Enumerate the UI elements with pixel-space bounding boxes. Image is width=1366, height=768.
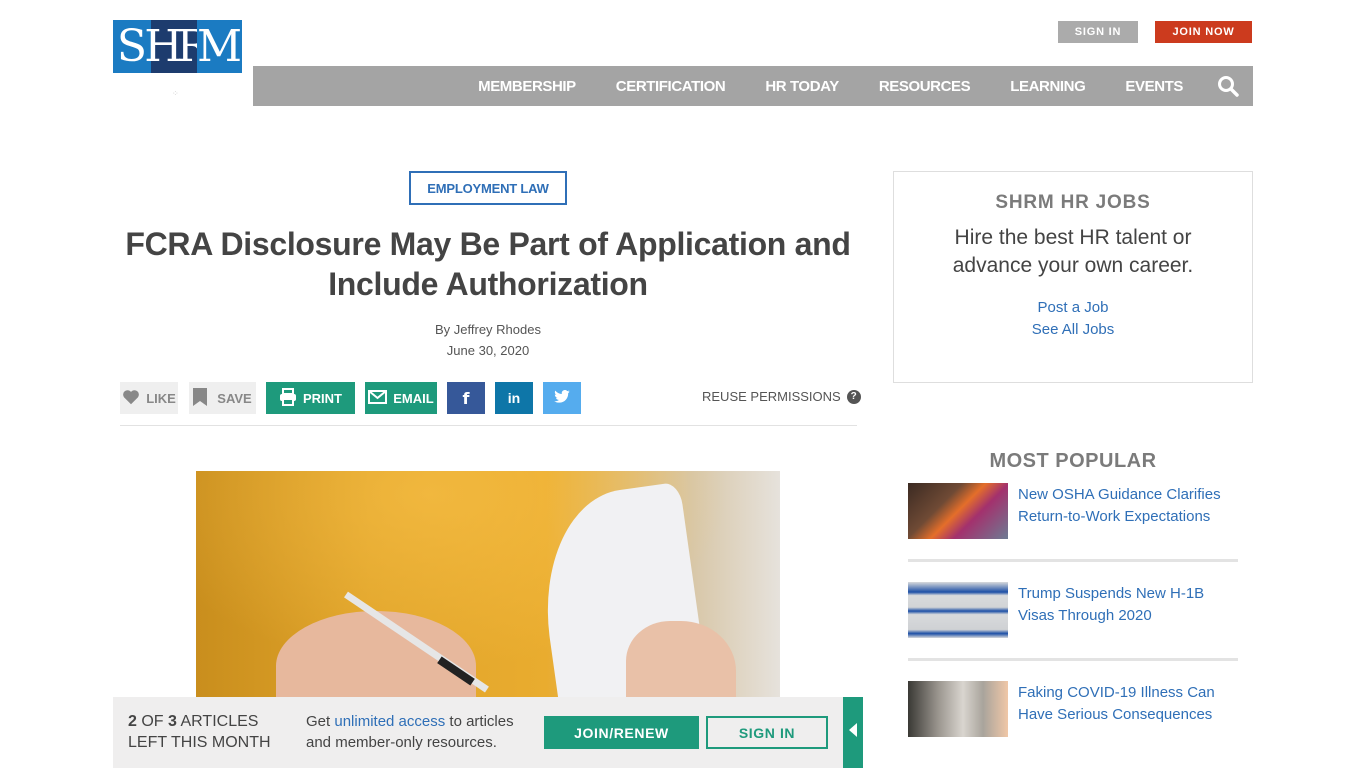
caret-left-icon	[849, 723, 857, 742]
sign-in-button[interactable]: SIGN IN	[1058, 21, 1138, 43]
most-popular-title: MOST POPULAR	[989, 450, 1157, 472]
collapse-meter-toggle[interactable]	[843, 697, 863, 768]
publish-date: June 30, 2020	[446, 343, 530, 358]
articles-total: 3	[168, 713, 177, 730]
heart-icon	[122, 389, 140, 408]
divider	[120, 425, 857, 426]
help-icon[interactable]: ?	[846, 389, 861, 404]
see-all-jobs-link[interactable]: See All Jobs	[894, 319, 1252, 341]
divider	[908, 658, 1238, 661]
meter-pitch: Get unlimited access to articles and mem…	[306, 711, 536, 753]
popular-item[interactable]: New OSHA Guidance Clarifies Return-to-Wo…	[908, 483, 1238, 543]
like-button[interactable]: LIKE	[120, 382, 178, 414]
like-label: LIKE	[146, 390, 176, 406]
join-now-button[interactable]: JOIN NOW	[1155, 21, 1252, 43]
unlimited-access-link[interactable]: unlimited access	[334, 713, 445, 730]
jobs-pitch: Hire the best HR talent or advance your …	[952, 226, 1194, 277]
save-button[interactable]: SAVE	[189, 382, 256, 414]
envelope-icon	[368, 389, 388, 407]
search-icon[interactable]	[1215, 73, 1241, 99]
email-button[interactable]: EMAIL	[365, 382, 437, 414]
save-label: SAVE	[217, 390, 252, 406]
nav-hr-today[interactable]: HR TODAY	[765, 78, 839, 95]
logo-hr: HR	[144, 20, 210, 73]
nav-events[interactable]: EVENTS	[1125, 78, 1183, 95]
meter-sign-in-button[interactable]: SIGN IN	[706, 716, 828, 749]
reuse-permissions-link[interactable]: REUSE PERMISSIONS ?	[702, 389, 861, 404]
nav-certification[interactable]: CERTIFICATION	[616, 78, 726, 95]
article-title: FCRA Disclosure May Be Part of Applicati…	[125, 226, 851, 302]
logo-m: M	[196, 20, 243, 73]
reuse-permissions-label: REUSE PERMISSIONS	[702, 389, 841, 404]
linkedin-icon: in	[507, 390, 521, 406]
printer-icon	[279, 387, 297, 409]
post-a-job-link[interactable]: Post a Job	[894, 297, 1252, 319]
of-text: OF	[136, 713, 169, 730]
join-renew-button[interactable]: JOIN/RENEW	[544, 716, 699, 749]
popular-item-title[interactable]: New OSHA Guidance Clarifies Return-to-Wo…	[1018, 484, 1238, 543]
article-hero-image	[196, 471, 780, 701]
articles-text: ARTICLES	[176, 713, 259, 730]
byline: By Jeffrey Rhodes June 30, 2020	[393, 319, 583, 361]
article-meter-bar: 2 OF 3 ARTICLES LEFT THIS MONTH Get unli…	[113, 697, 843, 768]
popular-item-title[interactable]: Faking COVID-19 Illness Can Have Serious…	[1018, 682, 1238, 741]
linkedin-share-button[interactable]: in	[495, 382, 533, 414]
articles-used: 2	[128, 713, 137, 730]
twitter-icon	[554, 390, 570, 406]
popular-item-title[interactable]: Trump Suspends New H-1B Visas Through 20…	[1018, 583, 1238, 642]
nav-learning[interactable]: LEARNING	[1010, 78, 1086, 95]
divider	[908, 559, 1238, 562]
popular-thumbnail	[908, 582, 1008, 638]
loading-indicator-icon: ⁘	[172, 89, 179, 98]
popular-thumbnail	[908, 483, 1008, 539]
nav-membership[interactable]: MEMBERSHIP	[478, 78, 576, 95]
main-nav: MEMBERSHIP CERTIFICATION HR TODAY RESOUR…	[253, 66, 1253, 106]
articles-left-count: 2 OF 3 ARTICLES LEFT THIS MONTH	[128, 711, 271, 753]
print-button[interactable]: PRINT	[266, 382, 355, 414]
twitter-share-button[interactable]	[543, 382, 581, 414]
author: By Jeffrey Rhodes	[435, 322, 541, 337]
popular-item[interactable]: Trump Suspends New H-1B Visas Through 20…	[908, 582, 1238, 642]
facebook-icon: f	[462, 388, 470, 408]
left-this-month: LEFT THIS MONTH	[128, 734, 271, 751]
nav-resources[interactable]: RESOURCES	[879, 78, 971, 95]
popular-item[interactable]: Faking COVID-19 Illness Can Have Serious…	[908, 681, 1238, 741]
category-tag[interactable]: EMPLOYMENT LAW	[409, 171, 567, 205]
email-label: EMAIL	[393, 390, 434, 406]
bookmark-icon	[193, 387, 208, 409]
print-label: PRINT	[303, 390, 342, 406]
jobs-title: SHRM HR JOBS	[995, 192, 1151, 213]
pitch-pre: Get	[306, 713, 335, 730]
shrm-logo[interactable]: S HR M	[113, 20, 242, 73]
popular-thumbnail	[908, 681, 1008, 737]
hr-jobs-widget: SHRM HR JOBS Hire the best HR talent or …	[893, 171, 1253, 383]
facebook-share-button[interactable]: f	[447, 382, 485, 414]
